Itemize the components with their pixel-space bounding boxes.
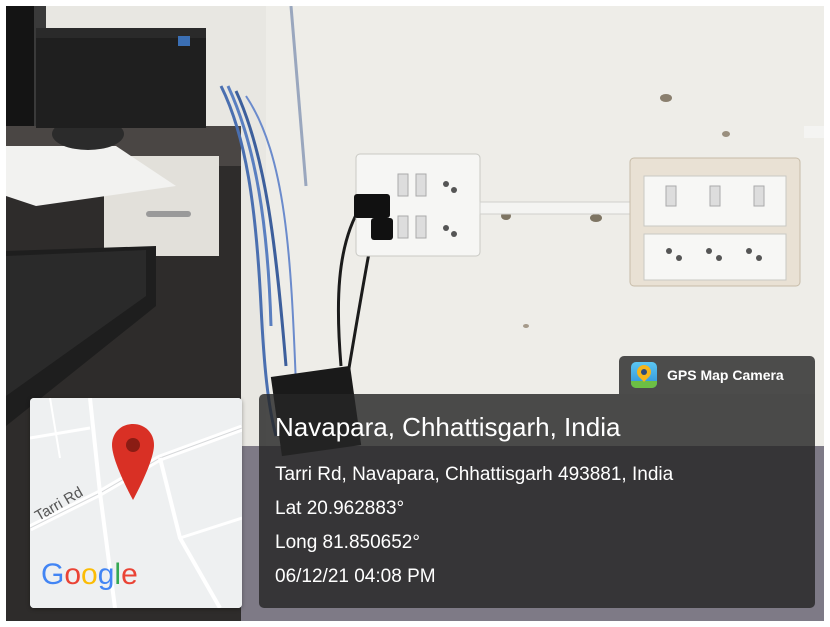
google-logo-letter: l	[114, 558, 122, 591]
google-logo: Google	[41, 558, 138, 592]
google-logo-letter: G	[41, 558, 65, 591]
map-thumbnail: Tarri Rd Google	[30, 398, 242, 608]
longitude-text: Long 81.850652°	[275, 532, 420, 553]
google-logo-letter: o	[64, 558, 82, 591]
datetime-text: 06/12/21 04:08 PM	[275, 566, 436, 587]
google-logo-letter: e	[121, 558, 138, 591]
app-badge-label: GPS Map Camera	[667, 367, 784, 383]
google-logo-letter: o	[81, 558, 98, 591]
location-info-panel: Navapara, Chhattisgarh, India Tarri Rd, …	[259, 394, 815, 608]
place-title: Navapara, Chhattisgarh, India	[275, 412, 621, 442]
map-pin-icon	[112, 424, 154, 500]
photo-frame: Tarri Rd Google GPS Map Camera Navapara,…	[6, 6, 824, 621]
app-badge: GPS Map Camera	[619, 356, 815, 394]
latitude-text: Lat 20.962883°	[275, 498, 405, 519]
address-text: Tarri Rd, Navapara, Chhattisgarh 493881,…	[275, 464, 674, 485]
google-logo-letter: g	[97, 558, 115, 591]
gps-map-camera-app-icon	[631, 362, 657, 388]
